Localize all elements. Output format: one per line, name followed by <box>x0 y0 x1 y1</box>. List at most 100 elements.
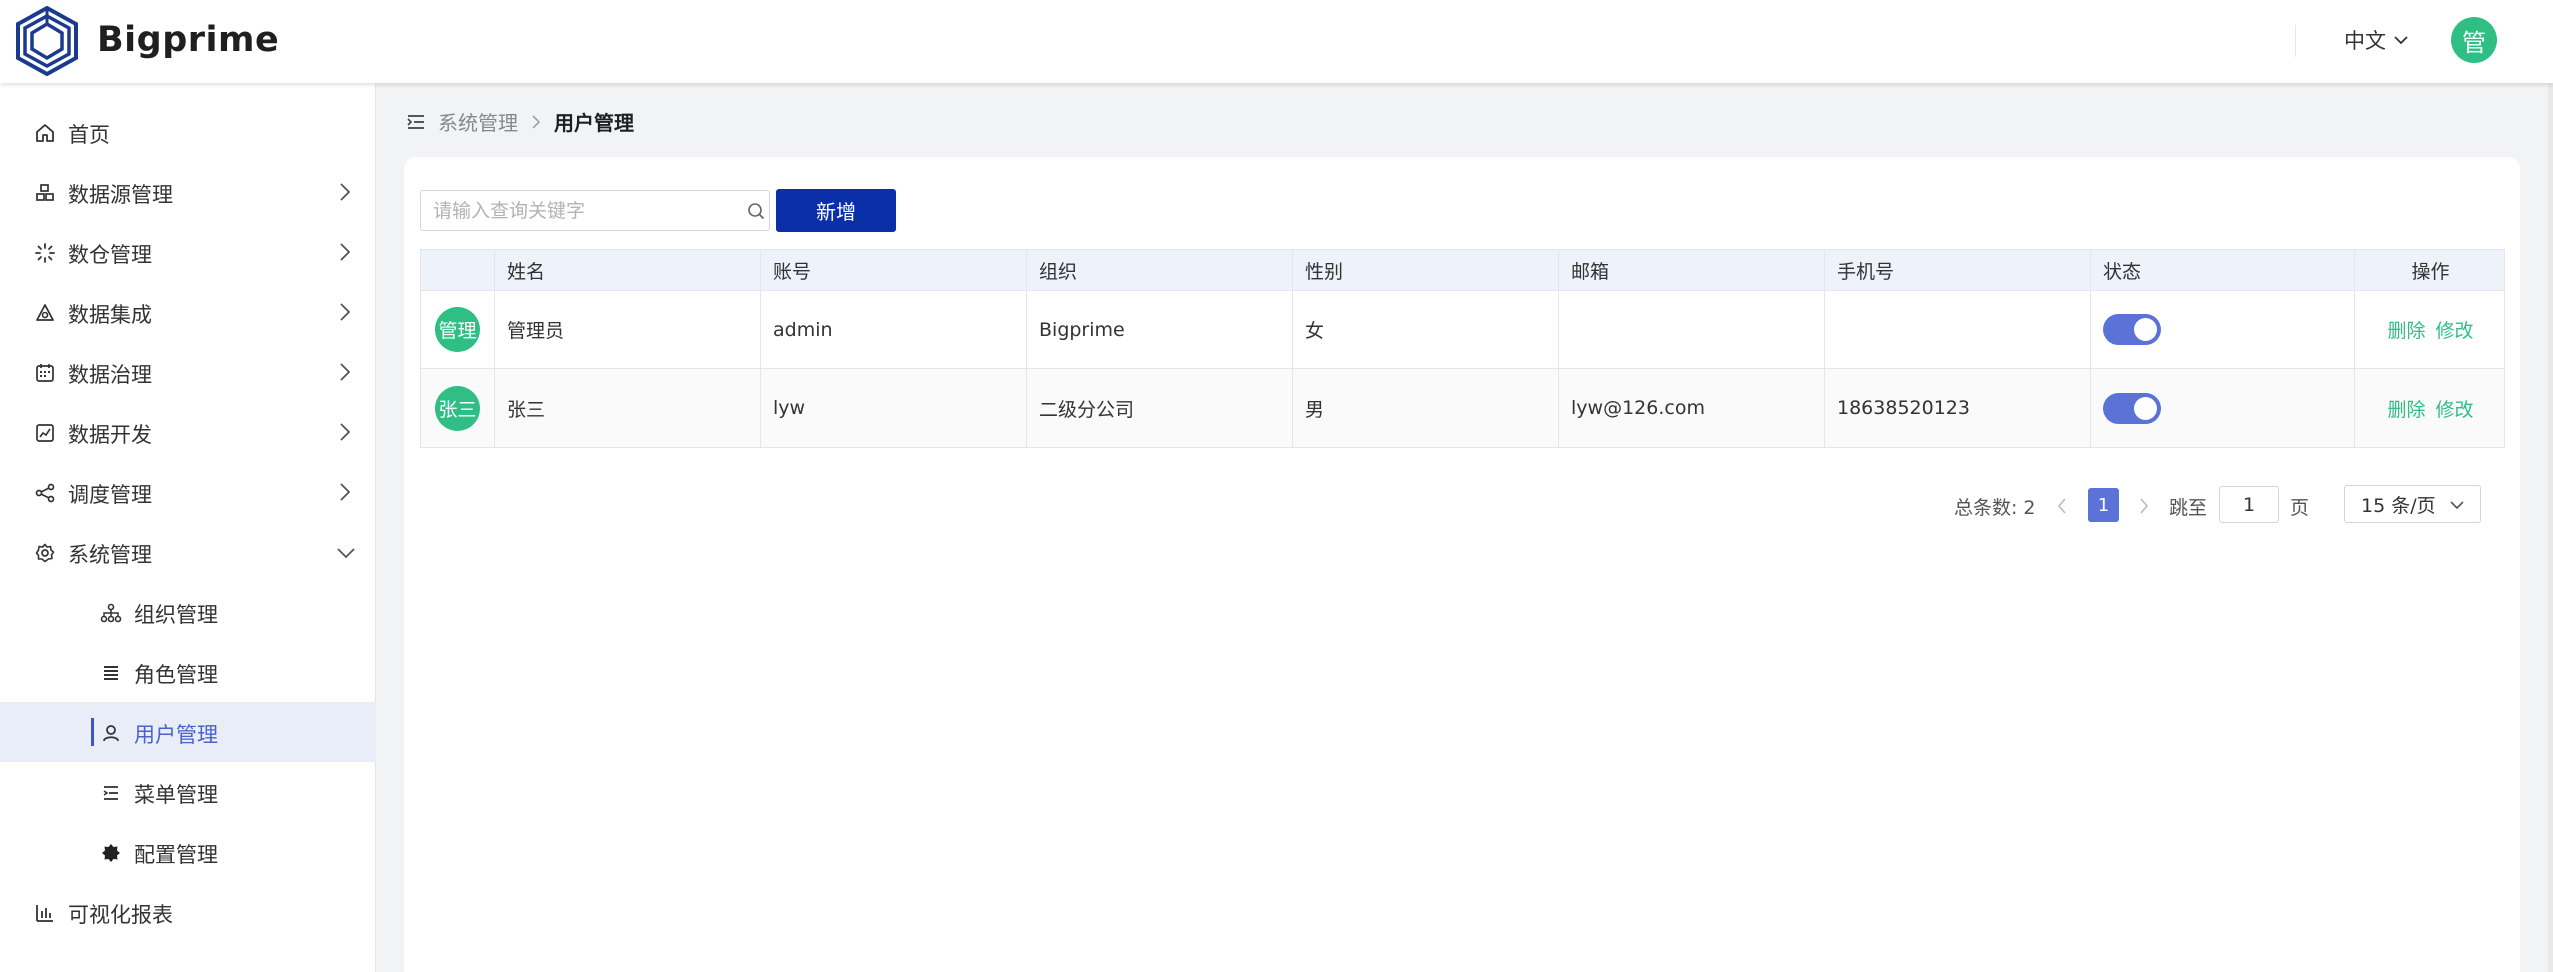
menu-icon <box>100 782 122 804</box>
governance-icon <box>34 362 56 384</box>
sidebar-item-label: 组织管理 <box>134 603 218 627</box>
cell-org: 二级分公司 <box>1027 369 1293 447</box>
chevron-down-icon <box>2450 501 2464 510</box>
header-divider <box>2295 25 2296 57</box>
cell-org: Bigprime <box>1027 291 1293 368</box>
sidebar-item-label: 数据开发 <box>68 423 152 447</box>
table-row: 管理 管理员 admin Bigprime 女 删除 修改 <box>421 291 2504 369</box>
edit-link[interactable]: 修改 <box>2436 316 2474 343</box>
sidebar-item-label: 数据源管理 <box>68 183 173 207</box>
sidebar-item-report[interactable]: 可视化报表 <box>0 882 376 942</box>
sidebar: 首页 数据源管理 数仓管理 数据集成 数据治理 数据开发 调度管理 系统管理 组… <box>0 83 376 972</box>
integration-icon <box>34 302 56 324</box>
datasource-icon <box>34 182 56 204</box>
avatar: 张三 <box>435 385 480 431</box>
cell-name: 张三 <box>495 369 761 447</box>
sidebar-item-datasource[interactable]: 数据源管理 <box>0 162 376 222</box>
cell-phone: 18638520123 <box>1825 369 2091 447</box>
cell-account: lyw <box>761 369 1027 447</box>
column-header-phone: 手机号 <box>1825 250 2091 290</box>
warehouse-icon <box>34 242 56 264</box>
sidebar-item-label: 可视化报表 <box>68 903 173 927</box>
chevron-right-icon[interactable] <box>2138 497 2150 515</box>
chevron-left-icon[interactable] <box>2056 497 2068 515</box>
search-box <box>420 190 770 231</box>
page-size-label: 15 条/页 <box>2361 494 2436 517</box>
chevron-right-icon <box>340 483 351 501</box>
top-header: Bigprime 中文 管 <box>0 0 2553 83</box>
sidebar-item-governance[interactable]: 数据治理 <box>0 342 376 402</box>
sidebar-item-system[interactable]: 系统管理 <box>0 522 376 582</box>
sidebar-item-menu[interactable]: 菜单管理 <box>0 762 376 822</box>
delete-link[interactable]: 删除 <box>2387 316 2425 343</box>
page-number-current[interactable]: 1 <box>2088 488 2119 522</box>
actions-cell: 删除 修改 <box>2355 369 2506 447</box>
sidebar-item-home[interactable]: 首页 <box>0 102 376 162</box>
sidebar-item-user[interactable]: 用户管理 <box>0 702 376 762</box>
avatar-cell: 张三 <box>421 369 495 447</box>
language-label: 中文 <box>2344 29 2386 53</box>
avatar: 管理 <box>435 307 480 352</box>
language-switcher[interactable]: 中文 <box>2344 25 2408 55</box>
cell-email: lyw@126.com <box>1559 369 1825 447</box>
status-cell <box>2091 291 2355 368</box>
chevron-right-icon <box>340 303 351 321</box>
chart-icon <box>34 902 56 924</box>
bigprime-logo-icon[interactable] <box>14 5 80 77</box>
jump-page-input[interactable] <box>2219 486 2279 523</box>
home-icon <box>34 122 56 144</box>
chevron-right-icon <box>340 243 351 261</box>
edit-link[interactable]: 修改 <box>2436 395 2474 422</box>
column-header-gender: 性别 <box>1293 250 1559 290</box>
breadcrumb-current: 用户管理 <box>554 111 634 135</box>
status-toggle[interactable] <box>2103 314 2161 345</box>
breadcrumb-parent[interactable]: 系统管理 <box>438 107 518 136</box>
page-unit-label: 页 <box>2290 497 2310 519</box>
user-icon <box>100 722 122 744</box>
column-header-org: 组织 <box>1027 250 1293 290</box>
breadcrumb: 系统管理 用户管理 <box>406 107 634 136</box>
org-icon <box>100 602 122 624</box>
status-cell <box>2091 369 2355 447</box>
brand-name: Bigprime <box>97 20 280 60</box>
column-header-avatar <box>421 250 495 290</box>
add-button[interactable]: 新增 <box>776 189 896 232</box>
cell-phone <box>1825 291 2091 368</box>
user-table: 姓名 账号 组织 性别 邮箱 手机号 状态 操作 管理 管理员 admin Bi… <box>420 249 2505 448</box>
column-header-actions: 操作 <box>2411 260 2450 283</box>
column-header-status: 状态 <box>2091 250 2355 290</box>
status-toggle[interactable] <box>2103 392 2161 424</box>
sidebar-item-warehouse[interactable]: 数仓管理 <box>0 222 376 282</box>
delete-link[interactable]: 删除 <box>2387 395 2425 422</box>
sidebar-item-config[interactable]: 配置管理 <box>0 822 376 882</box>
schedule-icon <box>34 482 56 504</box>
sidebar-item-integration[interactable]: 数据集成 <box>0 282 376 342</box>
menu-fold-icon[interactable] <box>406 112 426 132</box>
active-indicator <box>91 718 94 746</box>
search-input[interactable] <box>421 191 721 230</box>
cell-gender: 男 <box>1293 369 1559 447</box>
sidebar-item-label: 系统管理 <box>68 543 152 567</box>
config-icon <box>100 842 122 864</box>
chevron-right-icon <box>340 183 351 201</box>
search-icon[interactable] <box>747 202 765 220</box>
sidebar-item-schedule[interactable]: 调度管理 <box>0 462 376 522</box>
toggle-knob <box>2134 396 2157 420</box>
development-icon <box>34 422 56 444</box>
sidebar-item-role[interactable]: 角色管理 <box>0 642 376 702</box>
pagination: 总条数:2 1 跳至 页 15 条/页 <box>404 485 2520 525</box>
sidebar-item-label: 用户管理 <box>134 723 218 747</box>
cell-gender: 女 <box>1293 291 1559 368</box>
toggle-knob <box>2134 318 2157 341</box>
sidebar-item-org[interactable]: 组织管理 <box>0 582 376 642</box>
chevron-right-icon <box>340 423 351 441</box>
content-card: 新增 姓名 账号 组织 性别 邮箱 手机号 状态 操作 管理 管理员 admin… <box>404 157 2520 972</box>
chevron-down-icon <box>2394 36 2408 45</box>
cell-account: admin <box>761 291 1027 368</box>
sidebar-item-development[interactable]: 数据开发 <box>0 402 376 462</box>
cell-email <box>1559 291 1825 368</box>
window-edge <box>2548 0 2553 972</box>
sidebar-item-label: 配置管理 <box>134 843 218 867</box>
page-size-select[interactable]: 15 条/页 <box>2344 485 2481 523</box>
user-avatar[interactable]: 管 <box>2451 17 2497 63</box>
